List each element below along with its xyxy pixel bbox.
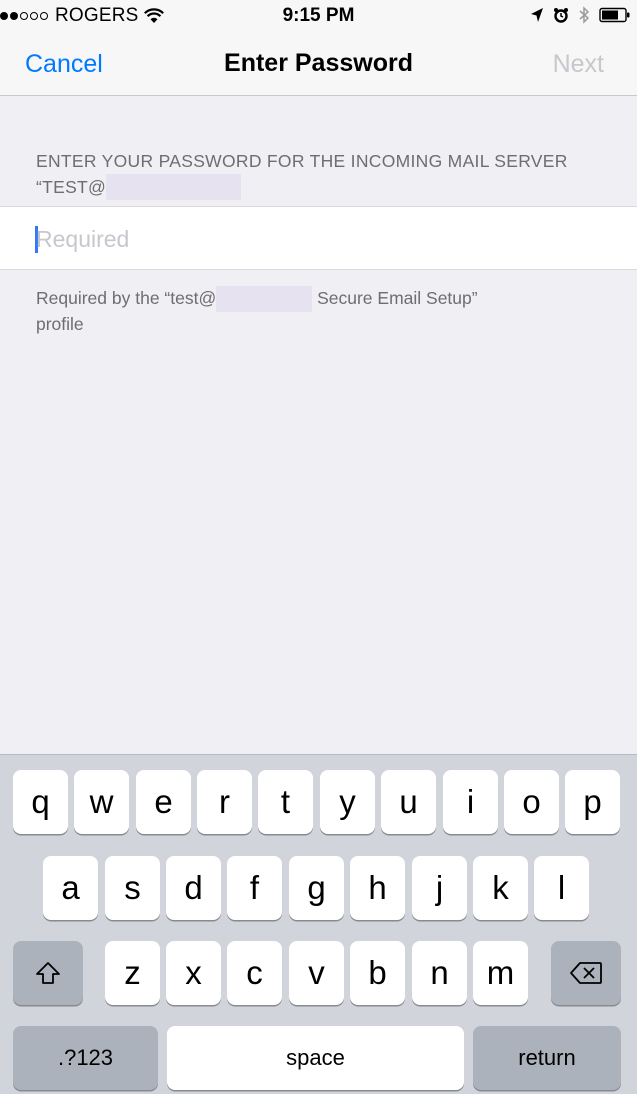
backspace-icon [570, 962, 602, 984]
key-t[interactable]: t [258, 770, 313, 834]
key-y[interactable]: y [320, 770, 375, 834]
footer-prefix: Required by the “test@ [36, 288, 217, 308]
header-line2-prefix: “TEST@ [36, 177, 107, 197]
section-header: ENTER YOUR PASSWORD FOR THE INCOMING MAI… [36, 148, 616, 200]
location-icon [531, 8, 543, 22]
key-r[interactable]: r [197, 770, 252, 834]
section-footer: Required by the “test@ Secure Email Setu… [36, 286, 596, 337]
status-bar: ROGERS 9:15 PM [0, 0, 637, 32]
keyboard: q w e r t y u i o p a s d f g h j k l z … [0, 754, 637, 1094]
key-s[interactable]: s [105, 856, 160, 920]
key-k[interactable]: k [473, 856, 528, 920]
header-line1: ENTER YOUR PASSWORD FOR THE INCOMING MAI… [36, 151, 568, 171]
key-c[interactable]: c [227, 941, 282, 1005]
key-o[interactable]: o [504, 770, 559, 834]
password-row [0, 206, 637, 270]
key-j[interactable]: j [412, 856, 467, 920]
key-z[interactable]: z [105, 941, 160, 1005]
return-key[interactable]: return [473, 1026, 621, 1090]
key-q[interactable]: q [13, 770, 68, 834]
page-title: Enter Password [224, 49, 413, 77]
key-p[interactable]: p [565, 770, 620, 834]
header-line2: “TEST@ [36, 174, 616, 200]
key-f[interactable]: f [227, 856, 282, 920]
footer-line1: Required by the “test@ Secure Email Setu… [36, 286, 596, 312]
key-g[interactable]: g [289, 856, 344, 920]
battery-icon [599, 7, 630, 23]
key-x[interactable]: x [166, 941, 221, 1005]
space-key[interactable]: space [167, 1026, 464, 1090]
status-right [521, 6, 631, 24]
key-i[interactable]: i [443, 770, 498, 834]
key-u[interactable]: u [381, 770, 436, 834]
password-input[interactable] [36, 219, 596, 259]
navigation-bar: Cancel Enter Password Next [0, 32, 637, 96]
delete-key[interactable] [551, 941, 621, 1005]
redacted-email-domain-footer [216, 286, 313, 312]
key-h[interactable]: h [350, 856, 405, 920]
key-l[interactable]: l [534, 856, 589, 920]
key-b[interactable]: b [350, 941, 405, 1005]
key-n[interactable]: n [412, 941, 467, 1005]
key-m[interactable]: m [473, 941, 528, 1005]
next-button[interactable]: Next [553, 50, 604, 79]
key-w[interactable]: w [74, 770, 129, 834]
redacted-email-domain [106, 174, 242, 200]
key-v[interactable]: v [289, 941, 344, 1005]
key-a[interactable]: a [43, 856, 98, 920]
footer-line2: profile [36, 314, 84, 334]
bluetooth-icon [579, 6, 590, 24]
footer-suffix: Secure Email Setup” [317, 288, 478, 308]
alarm-icon [554, 8, 568, 23]
key-e[interactable]: e [136, 770, 191, 834]
shift-key[interactable] [13, 941, 83, 1005]
shift-icon [36, 962, 60, 984]
numbers-key[interactable]: .?123 [13, 1026, 158, 1090]
key-d[interactable]: d [166, 856, 221, 920]
